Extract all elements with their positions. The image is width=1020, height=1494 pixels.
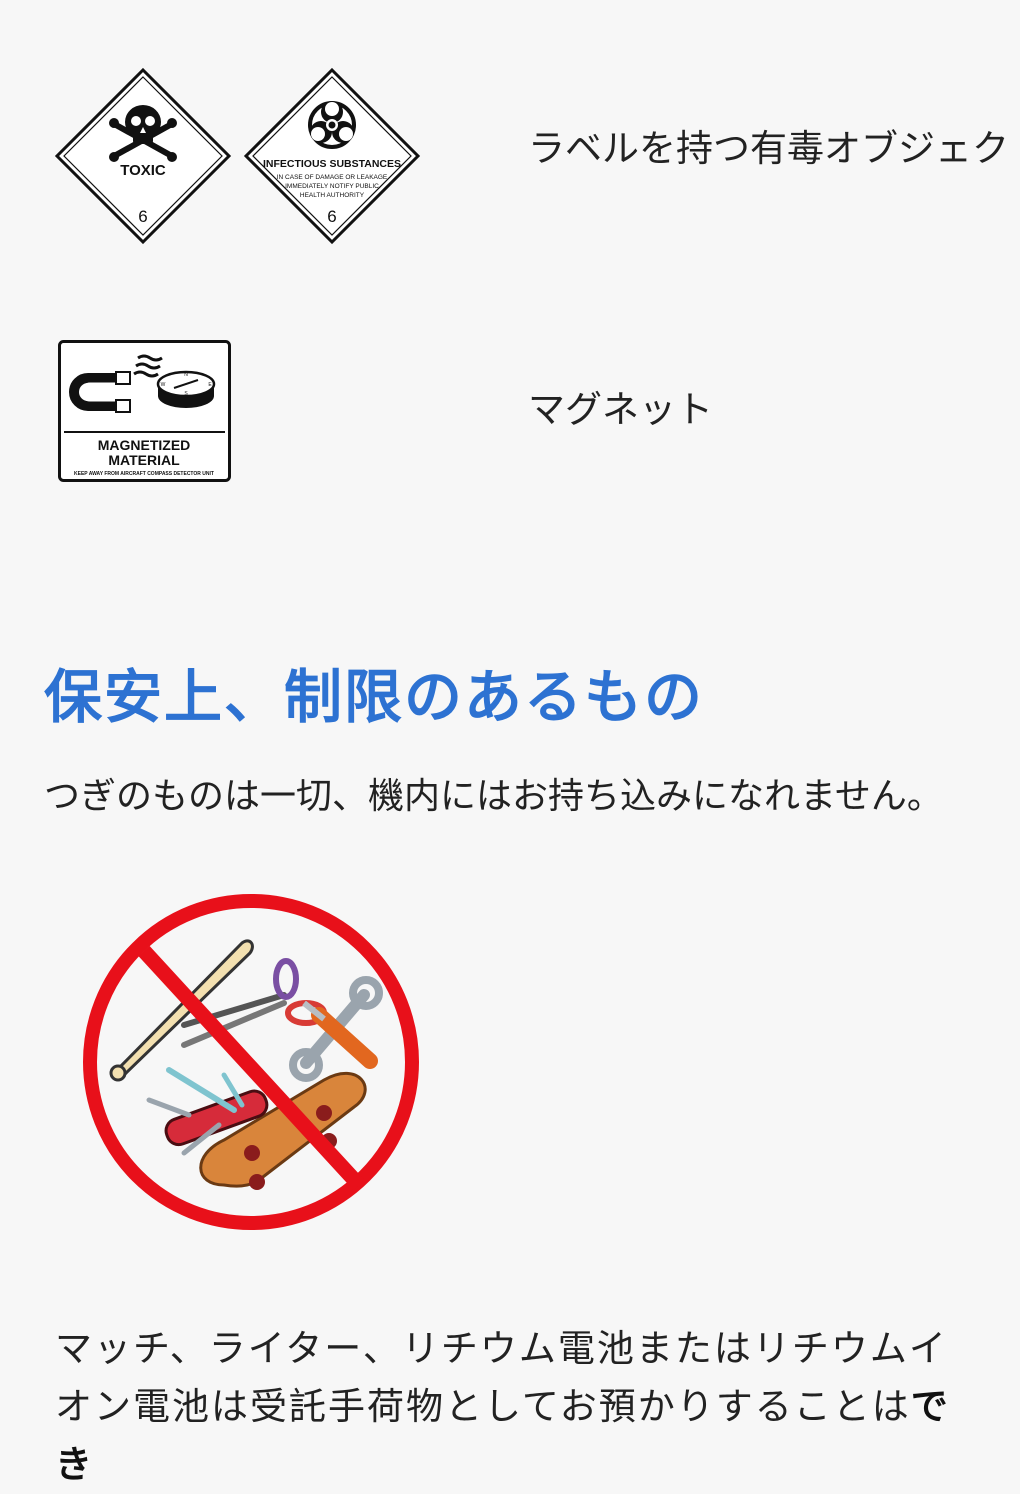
- magnet-small-text: KEEP AWAY FROM AIRCRAFT COMPASS DETECTOR…: [74, 471, 214, 477]
- toxic-hazard-label: TOXIC 6: [54, 67, 232, 245]
- magnet-line2: MATERIAL: [108, 452, 180, 468]
- section-heading: 保安上、制限のあるもの: [44, 663, 705, 731]
- toxic-class-number: 6: [138, 207, 147, 226]
- magnetized-material-label: N S E W MAGNETIZED MATERIAL KEEP AWAY FR…: [58, 340, 231, 482]
- infectious-substances-label: INFECTIOUS SUBSTANCES IN CASE OF DAMAGE …: [243, 67, 421, 245]
- magnet-caption: マグネット: [528, 388, 713, 431]
- infectious-class-number: 6: [327, 207, 336, 226]
- magnet-line1: MAGNETIZED: [98, 437, 191, 453]
- wrench-screwdriver-icon: [289, 976, 383, 1082]
- section-intro: つぎのものは一切、機内にはお持ち込みになれません。: [44, 776, 943, 817]
- infectious-line1: IN CASE OF DAMAGE OR LEAKAGE: [277, 174, 388, 181]
- notice-text: マッチ、ライター、リチウム電池またはリチウムイオン電池は受託手荷物としてお預かり…: [55, 1327, 948, 1428]
- toxic-objects-caption: ラベルを持つ有毒オブジェクト: [528, 127, 1020, 170]
- scissors-icon: [181, 958, 327, 1048]
- svg-text:W: W: [161, 382, 166, 388]
- prohibited-items-graphic: [83, 894, 419, 1230]
- infectious-title: INFECTIOUS SUBSTANCES: [263, 158, 401, 170]
- lithium-battery-notice: マッチ、ライター、リチウム電池またはリチウムイオン電池は受託手荷物としてお預かり…: [55, 1320, 970, 1494]
- infectious-line2: IMMEDIATELY NOTIFY PUBLIC: [285, 183, 379, 190]
- svg-text:N: N: [184, 372, 188, 378]
- infectious-line3: HEALTH AUTHORITY: [300, 192, 365, 199]
- toxic-word: TOXIC: [120, 162, 166, 179]
- compass-icon: N S E W: [156, 370, 216, 408]
